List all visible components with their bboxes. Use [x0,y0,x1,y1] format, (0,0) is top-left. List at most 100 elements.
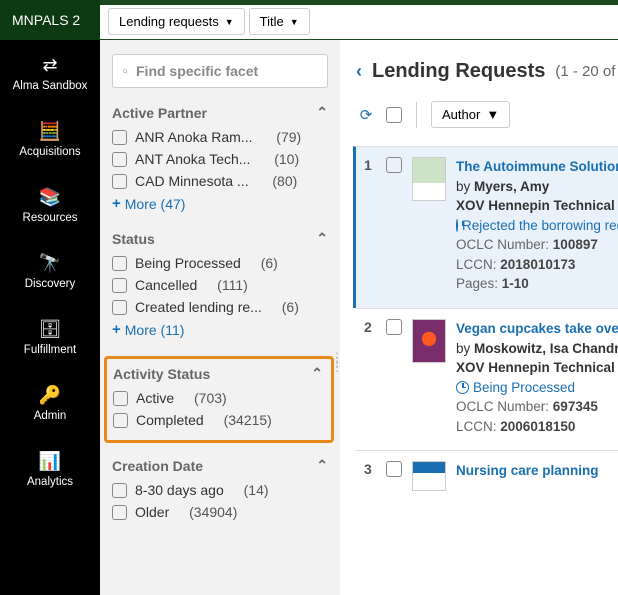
clock-icon [456,219,458,232]
results-toolbar: ⟳ Author ▼ [356,101,618,128]
brand-logo: MNPALS 2 [0,0,100,40]
chevron-up-icon: ⌃ [316,457,328,474]
facet-title[interactable]: Active Partner⌃ [112,104,328,121]
facet-search[interactable] [112,54,328,88]
facet-option[interactable]: ANR Anoka Ram... (79) [112,129,328,145]
item-status: Being Processed [456,378,618,398]
thumbnail [412,319,446,363]
sort-dropdown[interactable]: Author ▼ [431,101,510,128]
chevron-up-icon: ⌃ [311,365,323,382]
checkbox[interactable] [112,130,127,145]
result-row[interactable]: 2 Vegan cupcakes take over the world : c… [356,308,618,450]
results-pane: ‹ Lending Requests (1 - 20 of ⟳ Author ▼… [340,40,618,595]
item-author: Myers, Amy [474,179,549,194]
nav-label: Admin [34,410,67,422]
facet-option[interactable]: Completed (34215) [113,412,323,428]
checkbox[interactable] [112,483,127,498]
checkbox[interactable] [112,174,127,189]
swap-icon: ⇄ [42,54,57,76]
checkbox[interactable] [112,152,127,167]
facet-panel: Active Partner⌃ ANR Anoka Ram... (79) AN… [100,40,340,595]
nav-admin[interactable]: 🔑 Admin [0,380,100,426]
back-arrow-icon[interactable]: ‹ [356,61,362,82]
field-dropdown[interactable]: Title ▼ [249,8,310,35]
separator [416,102,417,128]
facet-option[interactable]: Older (34904) [112,504,328,520]
sort-label: Author [442,107,480,122]
facet-title[interactable]: Creation Date⌃ [112,457,328,474]
item-title[interactable]: The Autoimmune Solution : prevent and re… [456,157,618,177]
facet-active-partner: Active Partner⌃ ANR Anoka Ram... (79) AN… [112,104,328,212]
nav-label: Resources [23,212,78,224]
thumbnail [412,157,446,201]
facet-option[interactable]: Created lending re... (6) [112,299,328,315]
facet-more[interactable]: +More (47) [112,195,328,212]
result-row[interactable]: 1 The Autoimmune Solution : prevent and … [353,146,618,308]
row-meta: The Autoimmune Solution : prevent and re… [456,157,618,294]
page-title: Lending Requests [372,60,545,83]
nav-label: Discovery [25,278,75,290]
facet-more[interactable]: +More (11) [112,321,328,338]
books-icon: 📚 [39,186,61,208]
checkbox[interactable] [112,256,127,271]
caret-down-icon: ▼ [486,107,499,122]
nav-label: Analytics [27,476,73,488]
plus-icon: + [112,195,121,212]
result-row[interactable]: 3 Nursing care planning [356,450,618,505]
scope-dropdown[interactable]: Lending requests ▼ [108,8,245,35]
facet-title[interactable]: Activity Status⌃ [113,365,323,382]
item-author: Moskowitz, Isa Chandra [474,341,618,356]
chevron-up-icon: ⌃ [316,104,328,121]
nav-analytics[interactable]: 📊Analytics [0,446,100,492]
nav-sidebar: ⇄Alma Sandbox 🧮Acquisitions 📚 Resources 🔭… [0,40,100,595]
facet-search-input[interactable] [136,63,317,79]
checkbox[interactable] [112,505,127,520]
nav-fulfillment[interactable]: 🗄Fulfillment [0,314,100,360]
item-institution: XOV Hennepin Technical College [456,196,618,216]
row-index: 2 [364,319,376,436]
row-checkbox[interactable] [386,157,402,173]
item-title[interactable]: Vegan cupcakes take over the world : cup… [456,319,618,339]
checkbox[interactable] [113,391,128,406]
refresh-icon[interactable]: ⟳ [356,106,376,124]
checkbox[interactable] [112,278,127,293]
row-meta: Nursing care planning [456,461,618,491]
nav-alma-sandbox[interactable]: ⇄Alma Sandbox [0,50,100,96]
nav-label: Acquisitions [19,146,80,158]
key-icon: 🔑 [39,384,61,406]
facet-option[interactable]: ANT Anoka Tech... (10) [112,151,328,167]
thumbnail [412,461,446,491]
row-checkbox[interactable] [386,319,402,335]
facet-creation-date: Creation Date⌃ 8-30 days ago (14) Older … [112,457,328,520]
search-icon [123,64,128,79]
results-range: (1 - 20 of [555,63,615,80]
facet-activity-status-highlighted: Activity Status⌃ Active (703) Completed … [104,356,334,443]
facet-option[interactable]: 8-30 days ago (14) [112,482,328,498]
resize-handle-icon[interactable]: ⋮⋮⋮⋮⋮⋮ [331,355,340,370]
facet-option[interactable]: Cancelled (111) [112,277,328,293]
nav-acquisitions[interactable]: 🧮Acquisitions [0,116,100,162]
facet-option[interactable]: CAD Minnesota ... (80) [112,173,328,189]
facet-status: Status⌃ Being Processed (6) Cancelled (1… [112,230,328,338]
item-title[interactable]: Nursing care planning [456,461,618,481]
chevron-up-icon: ⌃ [316,230,328,247]
row-checkbox[interactable] [386,461,402,477]
caret-down-icon: ▼ [290,17,299,27]
nav-discovery[interactable]: 🔭 Discovery [0,248,100,294]
facet-option[interactable]: Active (703) [113,390,323,406]
telescope-icon: 🔭 [39,252,61,274]
facet-title[interactable]: Status⌃ [112,230,328,247]
clock-icon [456,381,469,394]
field-label: Title [260,14,284,29]
select-all-checkbox[interactable] [386,107,402,123]
scope-label: Lending requests [119,14,219,29]
top-bar: MNPALS 2 Lending requests ▼ Title ▼ [0,0,618,40]
checkbox[interactable] [113,413,128,428]
checkbox[interactable] [112,300,127,315]
plus-icon: + [112,321,121,338]
nav-label: Fulfillment [24,344,76,356]
row-meta: Vegan cupcakes take over the world : cup… [456,319,618,436]
facet-option[interactable]: Being Processed (6) [112,255,328,271]
results-header: ‹ Lending Requests (1 - 20 of [356,60,618,83]
nav-resources[interactable]: 📚 Resources [0,182,100,228]
